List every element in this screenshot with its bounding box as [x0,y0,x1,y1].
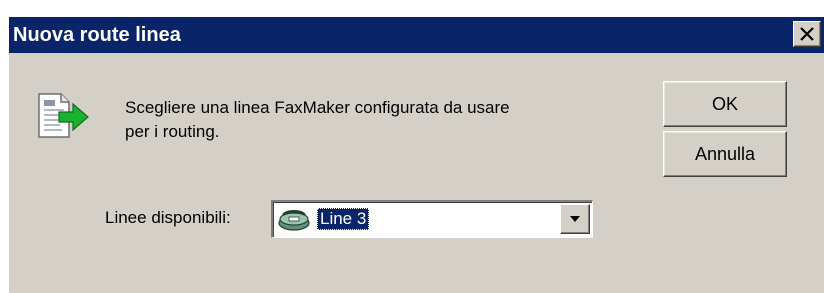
instruction-line-1: Scegliere una linea FaxMaker configurata… [125,98,510,117]
new-line-route-dialog: Nuova route linea Scegliere una linea Fa… [8,16,824,293]
cancel-button[interactable]: Annulla [663,131,787,177]
fax-line-icon [278,210,310,231]
instruction-line-2: per i routing. [125,122,220,141]
document-arrow-icon [38,93,89,138]
ok-button[interactable]: OK [663,81,787,127]
selected-line: Line 3 [317,208,370,230]
title-bar[interactable]: Nuova route linea [9,17,824,53]
available-lines-label: Linee disponibili: [105,208,231,227]
instruction-text: Scegliere una linea FaxMaker configurata… [125,96,645,144]
close-button[interactable] [793,21,821,47]
dialog-title: Nuova route linea [13,24,181,46]
available-lines-select[interactable]: Line 3 [271,200,593,238]
chevron-down-icon [570,216,580,222]
dropdown-button[interactable] [560,204,590,234]
close-icon [800,27,814,41]
